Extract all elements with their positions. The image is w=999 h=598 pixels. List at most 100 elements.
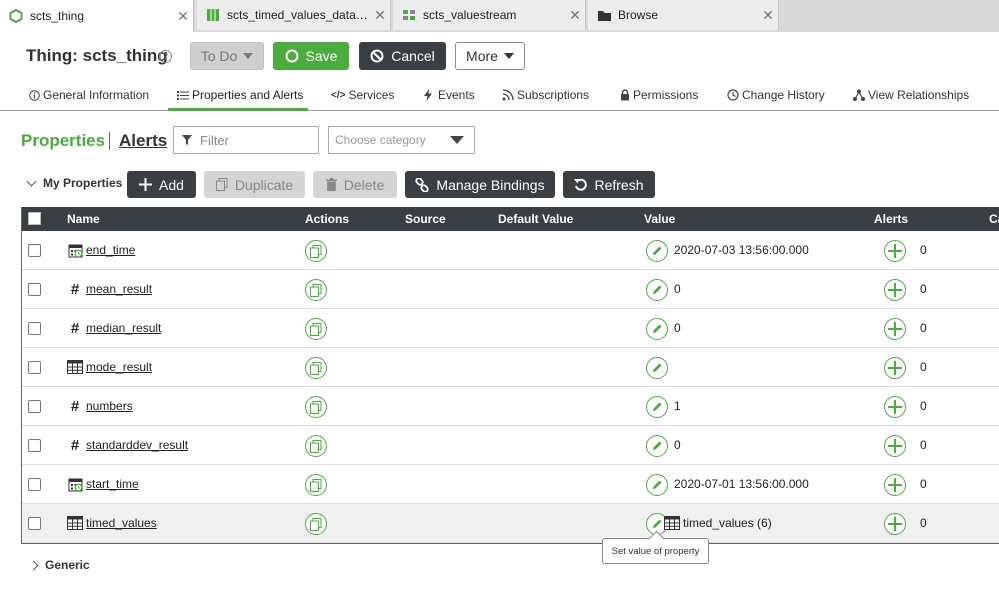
sub-navigation: General Information Properties and Alert… (0, 80, 999, 111)
subtab-permissions[interactable]: Permissions (620, 86, 698, 104)
pencil-icon[interactable] (646, 474, 668, 496)
more-button[interactable]: More (455, 42, 525, 70)
close-icon[interactable]: ✕ (173, 8, 193, 25)
property-name-link[interactable]: end_time (86, 243, 135, 257)
table-row[interactable]: # numbers 1 0 (22, 387, 999, 426)
duplicate-action-icon[interactable] (305, 513, 327, 535)
duplicate-action-icon[interactable] (305, 396, 327, 418)
duplicate-action-icon[interactable] (305, 279, 327, 301)
table-row[interactable]: # standarddev_result 0 0 (22, 426, 999, 465)
row-checkbox[interactable] (28, 361, 41, 374)
delete-button[interactable]: Delete (313, 171, 397, 198)
column-value[interactable]: Value (644, 212, 675, 226)
add-alert-icon[interactable] (884, 279, 906, 301)
alert-count: 0 (920, 477, 927, 491)
pencil-icon[interactable] (646, 240, 668, 262)
chevron-down-icon (503, 53, 514, 59)
more-label: More (466, 48, 498, 64)
cancel-button[interactable]: Cancel (359, 42, 446, 70)
row-checkbox[interactable] (28, 478, 41, 491)
close-icon[interactable]: ✕ (370, 7, 390, 24)
table-row[interactable]: # median_result 0 0 (22, 309, 999, 348)
pencil-icon[interactable] (646, 435, 668, 457)
my-properties-toggle[interactable]: My Properties (26, 176, 122, 190)
property-name-link[interactable]: numbers (86, 399, 133, 413)
filter-placeholder: Filter (200, 132, 229, 148)
tab-timed-values[interactable]: scts_timed_values_datas... ✕ (197, 0, 391, 30)
alerts-heading[interactable]: Alerts (119, 131, 167, 151)
add-alert-icon[interactable] (884, 240, 906, 262)
table-row[interactable]: start_time 2020-07-01 13:56:00.000 0 (22, 465, 999, 504)
tab-scts-thing[interactable]: scts_thing ✕ (0, 0, 194, 32)
property-name-link[interactable]: mode_result (86, 360, 152, 374)
row-checkbox[interactable] (28, 322, 41, 335)
property-name-link[interactable]: standarddev_result (86, 438, 188, 452)
table-icon (664, 516, 680, 530)
add-alert-icon[interactable] (884, 357, 906, 379)
add-button[interactable]: Add (127, 171, 196, 198)
filter-input[interactable]: Filter (173, 126, 319, 154)
column-name[interactable]: Name (67, 212, 100, 226)
save-button[interactable]: Save (273, 42, 349, 70)
table-row[interactable]: end_time 2020-07-03 13:56:00.000 0 (22, 231, 999, 270)
property-value: 2020-07-03 13:56:00.000 (674, 243, 809, 257)
subtab-view-relationships[interactable]: View Relationships (853, 86, 969, 104)
add-alert-icon[interactable] (884, 435, 906, 457)
help-icon[interactable]: ? (159, 50, 172, 63)
subtab-services[interactable]: </> Services (331, 86, 394, 104)
column-source[interactable]: Source (405, 212, 446, 226)
column-actions: Actions (305, 212, 350, 226)
close-icon[interactable]: ✕ (758, 7, 778, 24)
table-row[interactable]: timed_values timed_values (6) 0 (22, 504, 999, 543)
add-alert-icon[interactable] (884, 513, 906, 535)
select-all-checkbox[interactable] (28, 212, 41, 225)
category-select[interactable]: Choose category (328, 126, 475, 154)
table-row[interactable]: mode_result 0 (22, 348, 999, 387)
row-checkbox[interactable] (28, 517, 41, 530)
row-checkbox[interactable] (28, 244, 41, 257)
tab-valuestream[interactable]: scts_valuestream ✕ (393, 0, 586, 30)
active-tab-indicator (168, 108, 308, 111)
property-name-link[interactable]: start_time (86, 477, 139, 491)
duplicate-action-icon[interactable] (305, 474, 327, 496)
table-row[interactable]: # mean_result 0 0 (22, 270, 999, 309)
row-checkbox[interactable] (28, 439, 41, 452)
add-alert-icon[interactable] (884, 474, 906, 496)
duplicate-action-icon[interactable] (305, 318, 327, 340)
subtab-subscriptions[interactable]: Subscriptions (502, 86, 589, 104)
add-alert-icon[interactable] (884, 318, 906, 340)
lightning-icon (424, 89, 432, 101)
row-checkbox[interactable] (28, 283, 41, 296)
properties-heading[interactable]: Properties (21, 131, 105, 151)
manage-bindings-button[interactable]: Manage Bindings (405, 171, 555, 198)
refresh-button[interactable]: Refresh (563, 171, 655, 198)
close-icon[interactable]: ✕ (565, 7, 585, 24)
column-default-value[interactable]: Default Value (498, 212, 573, 226)
duplicate-action-icon[interactable] (305, 357, 327, 379)
property-value-text: 2020-07-03 13:56:00.000 (674, 243, 809, 257)
duplicate-action-icon[interactable] (305, 435, 327, 457)
duplicate-action-icon[interactable] (305, 240, 327, 262)
tab-bar: scts_thing ✕ scts_timed_values_datas... … (0, 0, 999, 32)
todo-button[interactable]: To Do (190, 42, 264, 70)
property-name-link[interactable]: median_result (86, 321, 161, 335)
page-title: Thing: scts_thing (26, 46, 168, 65)
duplicate-button[interactable]: Duplicate (204, 171, 305, 198)
property-name-link[interactable]: mean_result (86, 282, 152, 296)
tab-browse[interactable]: Browse ✕ (588, 0, 779, 30)
subtab-change-history[interactable]: Change History (727, 86, 825, 104)
pencil-icon[interactable] (646, 357, 668, 379)
generic-toggle[interactable]: Generic (28, 558, 90, 572)
duplicate-icon (215, 178, 228, 191)
pencil-icon[interactable] (646, 318, 668, 340)
column-category[interactable]: Ca (989, 212, 999, 226)
subtab-events[interactable]: Events (424, 86, 475, 104)
subtab-properties-and-alerts[interactable]: Properties and Alerts (177, 86, 303, 104)
pencil-icon[interactable] (646, 396, 668, 418)
row-checkbox[interactable] (28, 400, 41, 413)
property-value: 0 (674, 438, 681, 452)
pencil-icon[interactable] (646, 279, 668, 301)
subtab-general-information[interactable]: General Information (29, 86, 149, 104)
add-alert-icon[interactable] (884, 396, 906, 418)
property-name-link[interactable]: timed_values (86, 516, 157, 530)
